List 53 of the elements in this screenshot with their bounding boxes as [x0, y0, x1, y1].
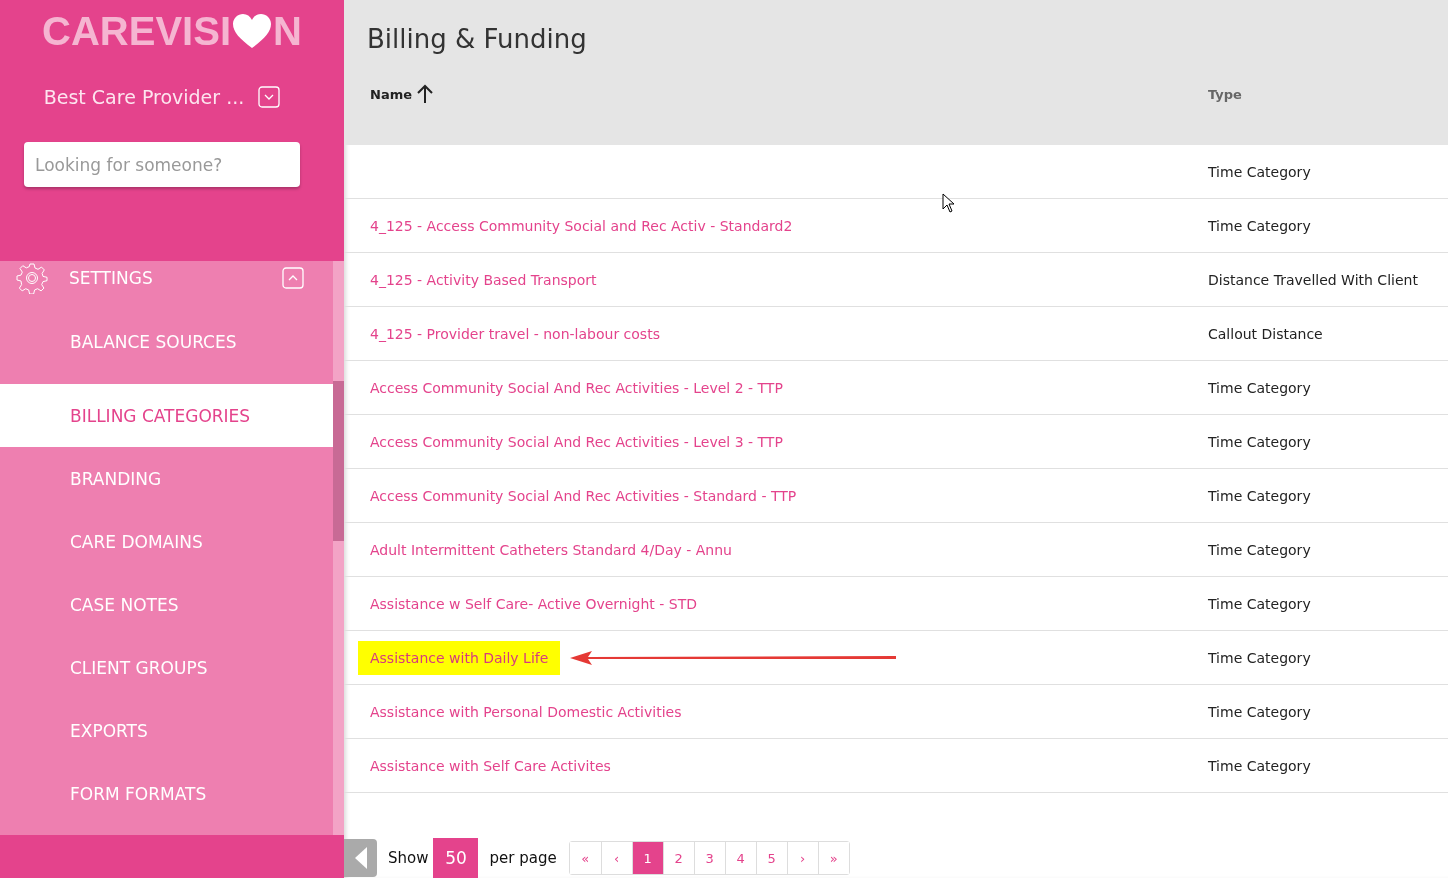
table-cell: Time Category — [1208, 649, 1311, 666]
menu-item[interactable]: CASE NOTES — [0, 573, 333, 636]
collapse-button[interactable] — [282, 266, 304, 289]
table-cell: Time Category — [1208, 217, 1311, 234]
billing-category-link[interactable]: Assistance with Daily Life — [358, 640, 561, 675]
billing-category-link[interactable]: Assistance with Self Care Activites — [370, 757, 611, 774]
menu-item[interactable]: FORM FORMATS — [0, 762, 333, 825]
table-cell: Time Category — [1208, 595, 1311, 612]
page-title: Billing & Funding — [367, 24, 588, 54]
column-header[interactable]: Type — [1208, 86, 1242, 102]
billing-category-link[interactable]: 4_125 - Activity Based Transport — [370, 271, 597, 288]
search-field[interactable]: Looking for someone? — [24, 142, 300, 187]
table-cell: Time Category — [1208, 433, 1311, 450]
menu-item[interactable]: BILLING CATEGORIES — [0, 384, 333, 447]
table-cell: Time Category — [1208, 379, 1311, 396]
billing-category-link[interactable]: Access Community Social And Rec Activities - Level 3 - TTP — [370, 433, 783, 450]
billing-category-link[interactable]: Assistance with Personal Domestic Activities — [370, 703, 682, 720]
table-cell: Time Category — [1208, 757, 1311, 774]
dropdown-button[interactable] — [258, 86, 281, 108]
table-cell: Distance Travelled With Client — [1208, 271, 1418, 288]
provider-name: Best Care Provider ... — [43, 86, 245, 108]
column-header[interactable]: Name — [370, 86, 412, 102]
page-button[interactable]: » — [817, 842, 849, 874]
table-cell: Time Category — [1208, 703, 1311, 720]
per-page-label: per page — [489, 849, 557, 867]
menu-item[interactable]: BALANCE SOURCES — [0, 294, 333, 384]
table-cell: Callout Distance — [1208, 325, 1323, 342]
triangle-left-icon — [353, 846, 368, 870]
cursor-icon — [942, 193, 956, 213]
menu-item[interactable]: EXPORTS — [0, 699, 333, 762]
page-size-button[interactable]: 50 — [433, 838, 479, 878]
sort-up-icon — [416, 84, 434, 104]
logo-text: CAREVISI — [42, 8, 231, 54]
table-cell: Time Category — [1208, 487, 1311, 504]
menu-item[interactable]: CLIENT GROUPS — [0, 636, 333, 699]
scrollbar[interactable] — [333, 261, 344, 835]
billing-category-link[interactable]: Adult Intermittent Catheters Standard 4/Day - Annu — [370, 541, 732, 558]
table-cell: Time Category — [1208, 163, 1311, 180]
billing-category-link[interactable]: 4_125 - Access Community Social and Rec Activ - Standard2 — [370, 217, 793, 234]
page-button[interactable]: 1 — [631, 842, 663, 874]
heart-icon — [232, 13, 272, 49]
show-label: Show — [388, 849, 429, 867]
logo-text: N — [273, 8, 302, 54]
billing-category-link[interactable]: 4_125 - Provider travel - non-labour costs — [370, 325, 660, 342]
billing-category-link[interactable]: Access Community Social And Rec Activities - Level 2 - TTP — [370, 379, 783, 396]
table-cell: Time Category — [1208, 541, 1311, 558]
menu-item[interactable]: CARE DOMAINS — [0, 510, 333, 573]
menu-item[interactable]: BRANDING — [0, 447, 333, 510]
section-title[interactable]: SETTINGS — [69, 267, 282, 288]
billing-category-link[interactable]: Access Community Social And Rec Activities - Standard - TTP — [370, 487, 797, 504]
billing-category-link[interactable]: Assistance w Self Care- Active Overnight - STD — [370, 595, 697, 612]
collapse-sidebar-button[interactable] — [344, 839, 377, 877]
gear-icon — [16, 261, 48, 294]
